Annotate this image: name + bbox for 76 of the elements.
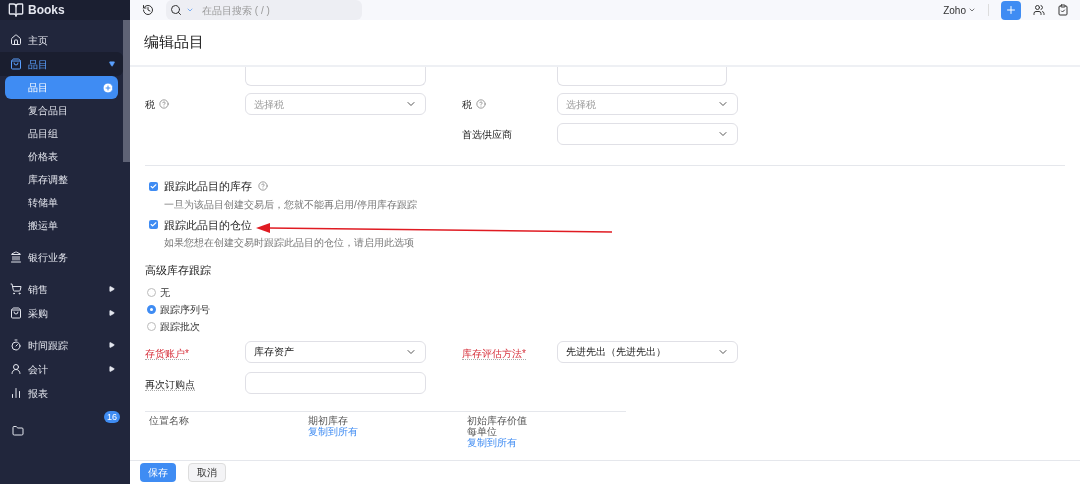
org-switcher[interactable]: Zoho	[943, 2, 976, 18]
column-header: 每单位	[467, 425, 497, 437]
valuation-select[interactable]: 先进先出（先进先出）	[557, 340, 738, 363]
add-button[interactable]	[1001, 0, 1021, 20]
caret-right-icon	[109, 310, 115, 316]
history-icon[interactable]	[142, 4, 154, 16]
menu-icon	[10, 58, 22, 70]
chevron-down-icon	[186, 6, 194, 14]
search-icon	[170, 4, 182, 16]
field-label: 存货账户*	[145, 347, 189, 360]
hint-text: 一旦为该品目创建交易后，您就不能再启用/停用库存跟踪	[163, 197, 418, 212]
logo-icon	[8, 2, 24, 18]
menu-icon	[10, 251, 22, 263]
sidebar-subitem[interactable]: 转储单	[5, 191, 118, 214]
radio-label: 无	[160, 285, 170, 300]
caret-down-icon	[109, 61, 115, 67]
cancel-button[interactable]: 取消	[188, 463, 226, 482]
checkbox-label: 跟踪此品目的库存	[164, 179, 252, 194]
sidebar-subitem[interactable]: 品目组	[5, 122, 118, 145]
menu-icon	[10, 387, 22, 399]
select-placeholder: 选择税	[254, 97, 284, 112]
field-label: 税	[462, 97, 472, 112]
section-title: 高级库存跟踪	[145, 263, 212, 278]
column-header: 位置名称	[149, 414, 190, 426]
app-name: Books	[28, 2, 65, 19]
sidebar-item[interactable]: 会计	[0, 357, 123, 381]
add-icon	[102, 81, 114, 94]
radio-button[interactable]	[147, 304, 156, 314]
sidebar-item[interactable]: 时间跟踪	[0, 333, 123, 357]
folder-icon	[12, 425, 24, 437]
checkbox-label: 跟踪此品目的仓位	[164, 217, 252, 233]
copy-link[interactable]: 复制到所有	[308, 425, 467, 437]
sidebar-subitem[interactable]: 搬运单	[5, 214, 118, 237]
field-label: 再次订购点	[145, 378, 195, 391]
caret-right-icon	[109, 342, 115, 348]
hint-text: 如果您想在创建交易时跟踪此品目的仓位，请启用此选项	[163, 236, 415, 250]
sidebar-subitem[interactable]: 复合品目	[5, 99, 118, 122]
menu-icon	[10, 339, 22, 351]
menu-icon	[10, 363, 22, 375]
caret-right-icon	[109, 366, 115, 372]
select-placeholder: 选择税	[566, 97, 596, 112]
users-icon[interactable]	[1033, 4, 1045, 16]
help-icon	[159, 99, 169, 109]
chevron-down-icon	[968, 6, 976, 14]
sidebar-item[interactable]: 报表	[0, 381, 123, 405]
select-value: 库存资产	[254, 345, 294, 359]
radio-label: 跟踪批次	[160, 319, 200, 334]
sidebar-item[interactable]: 主页	[0, 28, 123, 52]
select-value: 先进先出（先进先出）	[566, 345, 666, 359]
field-label: 库存评估方法*	[462, 347, 526, 360]
checkbox[interactable]	[149, 181, 158, 191]
column-header: 期初库存	[308, 414, 348, 426]
page-title: 编辑品目	[144, 32, 204, 53]
sidebar-subitem[interactable]: 价格表	[5, 145, 118, 168]
account-select[interactable]: 库存资产	[245, 340, 426, 363]
sidebar-item[interactable]: 品目	[0, 52, 123, 76]
menu-icon	[10, 34, 22, 46]
help-icon	[476, 99, 486, 109]
column-header: 初始库存价值	[467, 414, 528, 426]
count-badge: 16	[104, 411, 120, 423]
copy-link[interactable]: 复制到所有	[467, 436, 626, 448]
radio-label: 跟踪序列号	[160, 302, 210, 317]
sidebar-item[interactable]: 银行业务	[0, 245, 123, 269]
menu-icon	[10, 307, 22, 319]
field-label: 首选供应商	[462, 127, 513, 142]
sidebar-item[interactable]: 采购	[0, 301, 123, 325]
menu-icon	[10, 283, 22, 295]
sidebar-item[interactable]: 销售	[0, 277, 123, 301]
reorder-input[interactable]	[245, 371, 426, 394]
help-icon	[258, 181, 268, 192]
caret-right-icon	[109, 286, 115, 292]
checkbox[interactable]	[149, 220, 158, 230]
field-label: 税	[145, 97, 155, 112]
plus-icon	[1005, 4, 1017, 16]
clipboard-icon[interactable]	[1057, 4, 1069, 16]
sidebar-subitem[interactable]: 库存调整	[5, 168, 118, 191]
